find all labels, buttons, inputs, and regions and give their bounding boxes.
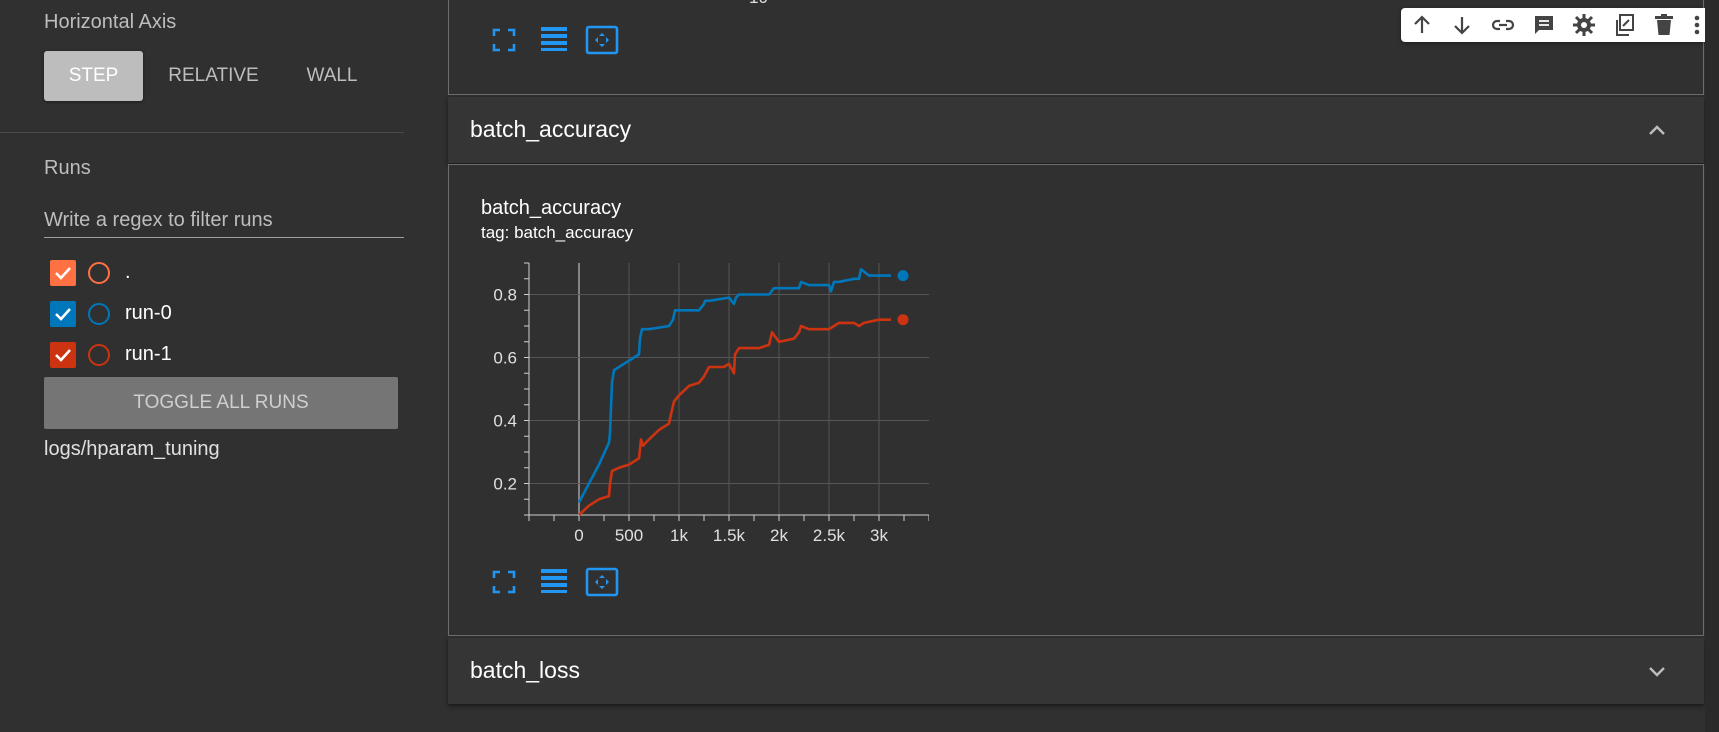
section-header-batch-loss[interactable]: batch_loss [448, 638, 1704, 704]
delete-icon[interactable] [1652, 13, 1676, 37]
run-color-circle[interactable] [88, 303, 110, 325]
series-end-point-run-0 [897, 270, 909, 282]
run-row[interactable]: . [50, 258, 390, 288]
chevron-up-icon[interactable] [1646, 119, 1668, 141]
chart-card: batch_accuracy tag: batch_accuracy 0.2 0.… [448, 164, 1704, 636]
main-panel: 10 batch_accuracy batch_accuracy tag: ba… [448, 0, 1708, 732]
toggle-log-scale-icon[interactable] [539, 25, 569, 53]
fit-domain-icon[interactable] [585, 25, 619, 55]
x-tick-label: 10 [749, 0, 768, 8]
settings-icon[interactable] [1572, 13, 1596, 37]
run-color-circle[interactable] [88, 262, 110, 284]
y-tick-label: 0.6 [493, 349, 517, 368]
run-row[interactable]: run-0 [50, 299, 390, 329]
sidebar: Horizontal Axis STEP RELATIVE WALL Runs … [0, 0, 404, 732]
x-tick-label: 0 [574, 526, 583, 545]
x-tick-label: 2k [770, 526, 788, 545]
cell-toolbar [1401, 8, 1719, 42]
y-tick-label: 0.2 [493, 475, 517, 494]
y-tick-label: 0.8 [493, 286, 517, 305]
x-tick-label: 500 [615, 526, 643, 545]
x-tick-label: 1.5k [713, 526, 746, 545]
run-label: run-0 [125, 302, 172, 324]
series-line-run-1 [578, 318, 891, 516]
log-directory: logs/hparam_tuning [44, 438, 220, 460]
axis-relative-button[interactable]: RELATIVE [156, 51, 271, 101]
axis-step-button[interactable]: STEP [44, 51, 143, 101]
more-vert-icon[interactable] [1691, 13, 1703, 37]
run-checkbox[interactable] [50, 260, 76, 286]
run-color-circle[interactable] [88, 344, 110, 366]
chart-tag: tag: batch_accuracy [481, 223, 634, 242]
series-end-point-run-1 [897, 314, 909, 326]
horizontal-axis-label: Horizontal Axis [44, 11, 177, 33]
checkmark-icon [55, 349, 71, 362]
move-down-icon[interactable] [1450, 13, 1474, 37]
y-tick-label: 0.4 [493, 412, 517, 431]
sidebar-divider [0, 132, 404, 133]
move-up-icon[interactable] [1410, 13, 1434, 37]
chart-plot[interactable]: 0.2 0.4 0.6 0.8 0 500 1k 1.5k 2k 2.5k 3k [469, 253, 929, 553]
run-filter-input[interactable] [44, 203, 404, 238]
copy-cell-icon[interactable] [1612, 13, 1636, 37]
section-header-batch-accuracy[interactable]: batch_accuracy [448, 97, 1704, 163]
section-title: batch_loss [470, 657, 580, 683]
comment-icon[interactable] [1532, 13, 1556, 37]
fullscreen-icon[interactable] [491, 569, 517, 595]
run-label: . [125, 261, 131, 283]
checkmark-icon [55, 267, 71, 280]
x-tick-label: 3k [870, 526, 888, 545]
chart-title: batch_accuracy [481, 197, 622, 219]
run-checkbox[interactable] [50, 342, 76, 368]
scrollbar-gutter[interactable] [1705, 0, 1719, 732]
runs-label: Runs [44, 157, 91, 179]
run-label: run-1 [125, 343, 172, 365]
link-icon[interactable] [1490, 13, 1516, 37]
fit-domain-icon[interactable] [585, 567, 619, 597]
x-tick-label: 2.5k [813, 526, 846, 545]
fullscreen-icon[interactable] [491, 27, 517, 53]
section-title: batch_accuracy [470, 116, 632, 142]
run-row[interactable]: run-1 [50, 340, 390, 370]
chevron-down-icon[interactable] [1646, 660, 1668, 682]
checkmark-icon [55, 308, 71, 321]
toggle-all-runs-button[interactable]: TOGGLE ALL RUNS [44, 377, 398, 429]
run-checkbox[interactable] [50, 301, 76, 327]
toggle-log-scale-icon[interactable] [539, 567, 569, 595]
x-tick-label: 1k [670, 526, 688, 545]
axis-wall-button[interactable]: WALL [290, 51, 374, 101]
series-line-run-0 [577, 267, 891, 504]
